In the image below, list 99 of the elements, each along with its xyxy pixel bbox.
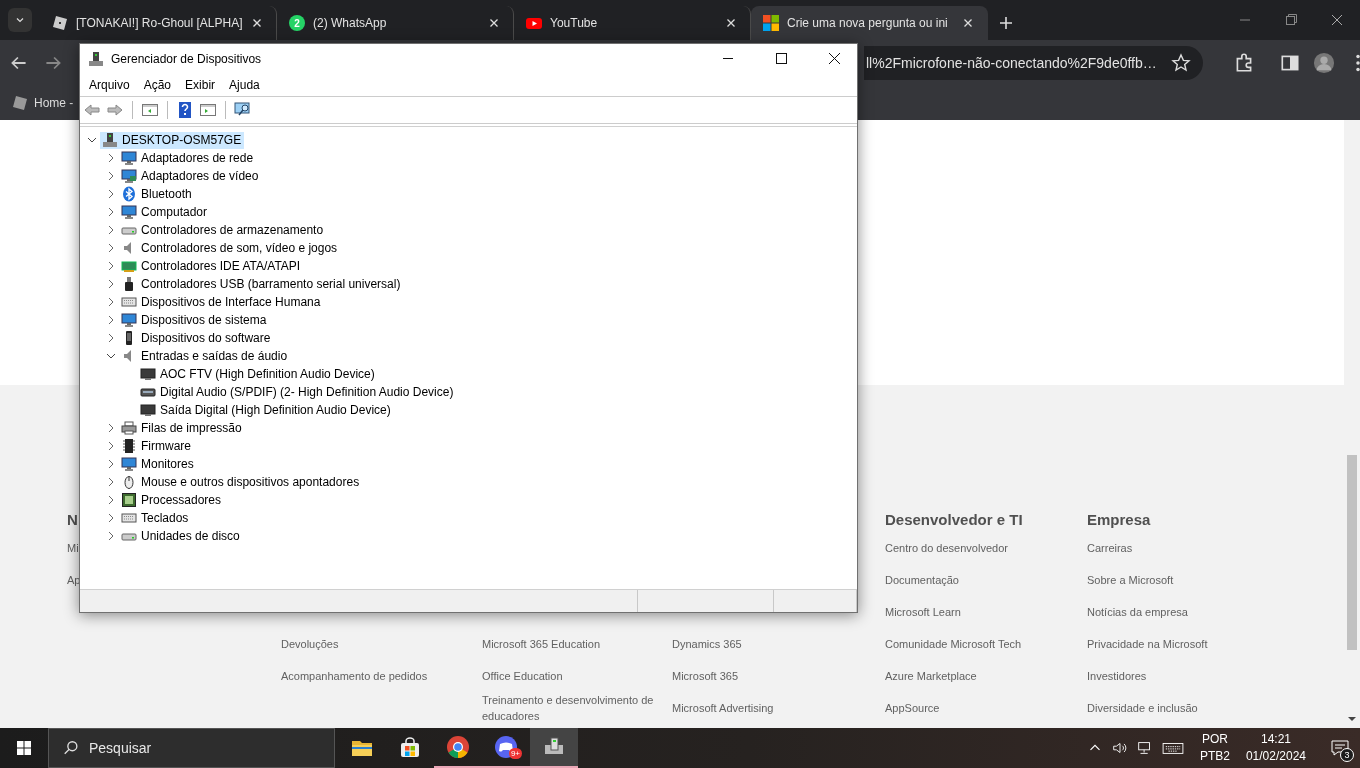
tree-item[interactable]: Controladores USB (barramento serial universal) [119,275,404,293]
tree-item[interactable]: Controladores IDE ATA/ATAPI [119,257,304,275]
footer-link[interactable]: Microsoft Advertising [672,700,774,716]
menu-item[interactable]: Ação [136,77,179,92]
monitor-icon [121,150,137,166]
tree-item[interactable]: Controladores de som, vídeo e jogos [119,239,341,257]
footer-link[interactable]: Dynamics 365 [672,636,742,652]
game-controller-icon [494,735,518,759]
tree-item[interactable]: Entradas e saídas de áudio [119,347,291,365]
display-icon [140,366,156,382]
circuit-board-icon [121,258,137,274]
browser-logo-icon [446,735,470,759]
tree-item[interactable]: Adaptadores de rede [119,149,257,167]
tree-item[interactable]: Teclados [119,509,192,527]
chip-icon [121,438,137,454]
footer-link[interactable]: Devoluções [281,636,339,652]
mouse-icon [121,474,137,490]
tree-item[interactable]: Bluetooth [119,185,195,203]
star-icon[interactable] [1170,53,1191,73]
tree-item[interactable]: Dispositivos de sistema [119,311,270,329]
keyboard-layout[interactable]: PTB2 [1199,748,1230,765]
search-field[interactable]: Pesquisar [48,728,335,768]
tree-item[interactable]: Computador [119,203,211,221]
footer-link[interactable]: Centro do desenvolvedor [885,540,1008,556]
taskbar-app[interactable] [530,728,578,768]
tree-item[interactable]: Dispositivos de Interface Humana [119,293,324,311]
processor-icon [121,492,137,508]
computer-icon [88,50,104,67]
tab-list-button[interactable] [8,8,32,32]
tree-item[interactable]: Filas de impressão [119,419,245,437]
footer-link[interactable]: Privacidade na Microsoft [1087,636,1208,652]
tree-item[interactable]: Firmware [119,437,194,455]
chat-bubble-icon[interactable] [1330,738,1350,758]
footer-link[interactable]: Treinamento e desenvolvimento de educadores [482,692,662,724]
tree-item[interactable]: Controladores de armazenamento [119,221,327,239]
footer-link[interactable]: Investidores [1087,668,1147,684]
display-icon [140,402,156,418]
tree-item[interactable]: AOC FTV (High Definition Audio Device) [138,365,378,383]
footer-link[interactable]: Microsoft 365 [672,668,739,684]
scrollbar-thumb[interactable] [1347,455,1357,650]
notification-badge: 9+ [508,748,522,759]
printer-icon [121,420,137,436]
footer-link[interactable]: Acompanhamento de pedidos [281,668,428,684]
window-title: Gerenciador de Dispositivos [111,51,262,66]
clock-date[interactable]: 01/02/2024 [1245,748,1306,765]
tree-item[interactable]: DESKTOP-OSM57GE [100,131,245,149]
footer-link[interactable]: Diversidade e inclusão [1087,700,1198,716]
address-bar[interactable]: ll%2Fmicrofone-não-conectando%2F9de0ffb… [864,46,1203,80]
tree-item[interactable]: Adaptadores de vídeo [119,167,262,185]
window-pane-icon[interactable] [141,101,159,119]
help-icon[interactable] [176,101,194,119]
bookmark[interactable]: Home - [12,95,74,111]
monitor-icon [121,456,137,472]
monitor-icon [121,168,137,184]
menu-item[interactable]: Ajuda [222,77,267,92]
footer-link[interactable]: Azure Marketplace [885,668,977,684]
forward-arrow-icon[interactable] [106,101,124,119]
notification-count: 3 [1340,748,1354,762]
monitor-icon [121,204,137,220]
computer-icon [102,132,118,148]
keyboard-icon [121,294,137,310]
tree-item[interactable]: Processadores [119,491,225,509]
keyboard-icon [121,510,137,526]
monitor-icon [121,312,137,328]
browser-tab[interactable]: Crie uma nova pergunta ou ini [751,6,988,40]
clock-time[interactable]: 14:21 [1260,731,1291,748]
tab-badge: 2 [289,15,305,31]
search-icon [62,739,80,757]
footer-link[interactable]: Microsoft 365 Education [482,636,600,652]
footer-link[interactable]: Notícias da empresa [1087,604,1188,620]
footer-link[interactable]: Microsoft Learn [885,604,961,620]
footer-link[interactable]: Mi [67,540,79,556]
footer-link[interactable]: Sobre a Microsoft [1087,572,1174,588]
tree-item[interactable]: Digital Audio (S/PDIF) (2- High Definition Audio Device) [138,383,457,401]
footer-link[interactable]: Office Education [482,668,563,684]
tree-item[interactable]: Dispositivos do software [119,329,274,347]
language-indicator[interactable]: POR [1201,731,1228,748]
menu-item[interactable]: Exibir [178,77,223,92]
tree-item[interactable]: Saída Digital (High Definition Audio Device) [138,401,394,419]
footer-link[interactable]: Carreiras [1087,540,1133,556]
tree-item[interactable]: Monitores [119,455,197,473]
scrollbar[interactable] [1344,120,1360,728]
shopping-bag-icon [398,736,422,760]
menu-item[interactable]: Arquivo [82,77,137,92]
bluetooth-icon [121,186,137,202]
scroll-arrow-icon[interactable] [1347,716,1357,722]
tree-item[interactable]: Unidades de disco [119,527,243,545]
footer-link[interactable]: Comunidade Microsoft Tech [885,636,1022,652]
footer-heading: Desenvolvedor e TI [885,510,1023,530]
footer-heading: N [67,510,78,530]
footer-heading: Empresa [1087,510,1151,530]
four-squares-icon [763,15,779,31]
plus-icon[interactable] [998,15,1014,31]
avatar[interactable] [1312,52,1335,74]
window-pane-icon[interactable] [199,101,217,119]
footer-link[interactable]: Documentação [885,572,959,588]
tree-item[interactable]: Mouse e outros dispositivos apontadores [119,473,363,491]
play-icon [526,15,542,31]
footer-link[interactable]: AppSource [885,700,940,716]
